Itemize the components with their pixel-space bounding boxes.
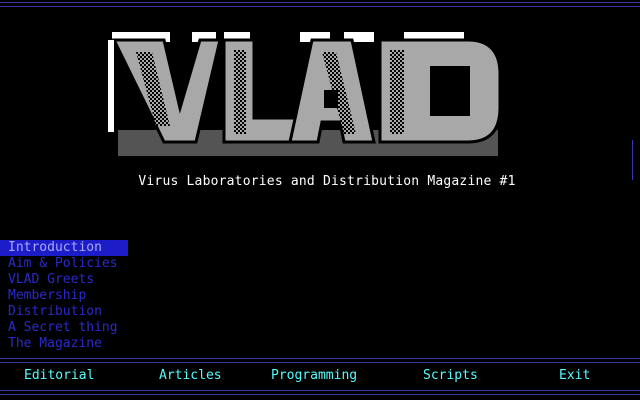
top-frame-line-inner bbox=[0, 6, 640, 7]
vlad-logo bbox=[108, 32, 502, 156]
menu-item-secret-thing[interactable]: A Secret thing bbox=[0, 320, 128, 336]
menu-item-vlad-greets[interactable]: VLAD Greets bbox=[0, 272, 128, 288]
top-frame-line bbox=[0, 2, 640, 3]
bottom-frame-line-top bbox=[0, 358, 640, 359]
menu-item-membership[interactable]: Membership bbox=[0, 288, 128, 304]
nav-scripts[interactable]: Scripts bbox=[423, 366, 478, 386]
menu-item-aim-policies[interactable]: Aim & Policies bbox=[0, 256, 128, 272]
bottom-frame-line-top-2 bbox=[0, 362, 640, 363]
magazine-subtitle: Virus Laboratories and Distribution Maga… bbox=[138, 174, 516, 189]
bottom-frame-line-bottom bbox=[0, 390, 640, 391]
nav-exit[interactable]: Exit bbox=[559, 366, 590, 386]
main-menu: Introduction Aim & Policies VLAD Greets … bbox=[0, 240, 128, 352]
nav-articles[interactable]: Articles bbox=[159, 366, 222, 386]
menu-item-distribution[interactable]: Distribution bbox=[0, 304, 128, 320]
nav-editorial[interactable]: Editorial bbox=[24, 366, 94, 386]
nav-programming[interactable]: Programming bbox=[271, 366, 357, 386]
menu-item-the-magazine[interactable]: The Magazine bbox=[0, 336, 128, 352]
bottom-frame-line-bottom-2 bbox=[0, 394, 640, 395]
menu-item-introduction[interactable]: Introduction bbox=[0, 240, 128, 256]
bottom-nav-bar: Editorial Articles Programming Scripts E… bbox=[0, 366, 640, 386]
